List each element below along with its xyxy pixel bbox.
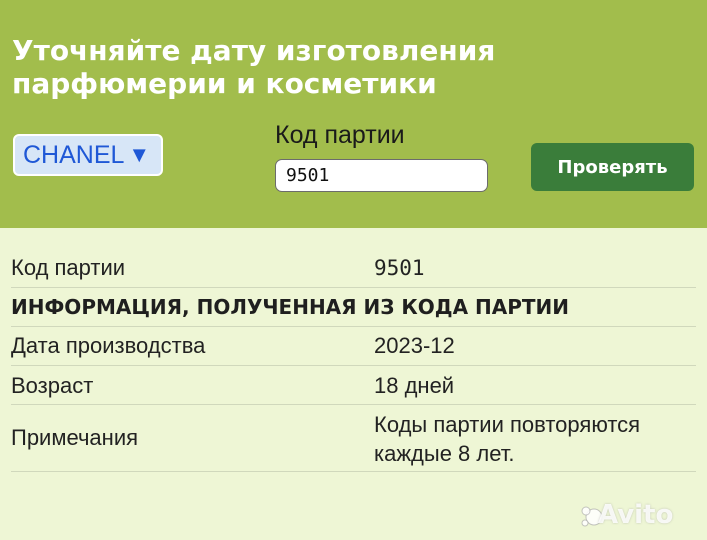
age-label: Возраст (11, 373, 94, 398)
age-value: 18 дней (374, 373, 455, 398)
batch-row-value: 9501 (374, 256, 425, 280)
avito-watermark: Avito (598, 500, 674, 530)
notes-label: Примечания (11, 425, 139, 450)
result-row-age: Возраст 18 дней (11, 366, 696, 405)
production-date-label: Дата производства (11, 333, 206, 358)
result-row-batch: Код партии 9501 (11, 248, 696, 288)
header-panel: Уточняйте дату изготовления парфюмерии и… (0, 0, 707, 228)
batch-code-input[interactable] (275, 159, 488, 192)
dropdown-arrow-icon: ▼ (128, 142, 151, 167)
brand-select-value: CHANEL (23, 140, 125, 169)
batch-row-label: Код партии (11, 255, 126, 280)
page-title: Уточняйте дату изготовления парфюмерии и… (12, 34, 496, 100)
brand-select[interactable]: CHANEL ▼ (13, 134, 163, 176)
check-button[interactable]: Проверять (531, 143, 694, 191)
production-date-value: 2023-12 (374, 333, 455, 358)
results-table: Код партии 9501 ИНФОРМАЦИЯ, ПОЛУЧЕННАЯ И… (11, 248, 696, 472)
result-row-notes: Примечания Коды партии повторяются кажды… (11, 405, 696, 472)
notes-value: Коды партии повторяются каждые 8 лет. (374, 412, 641, 466)
batch-code-label: Код партии (275, 121, 405, 149)
result-row-production-date: Дата производства 2023-12 (11, 327, 696, 366)
section-heading: ИНФОРМАЦИЯ, ПОЛУЧЕННАЯ ИЗ КОДА ПАРТИИ (11, 288, 696, 327)
